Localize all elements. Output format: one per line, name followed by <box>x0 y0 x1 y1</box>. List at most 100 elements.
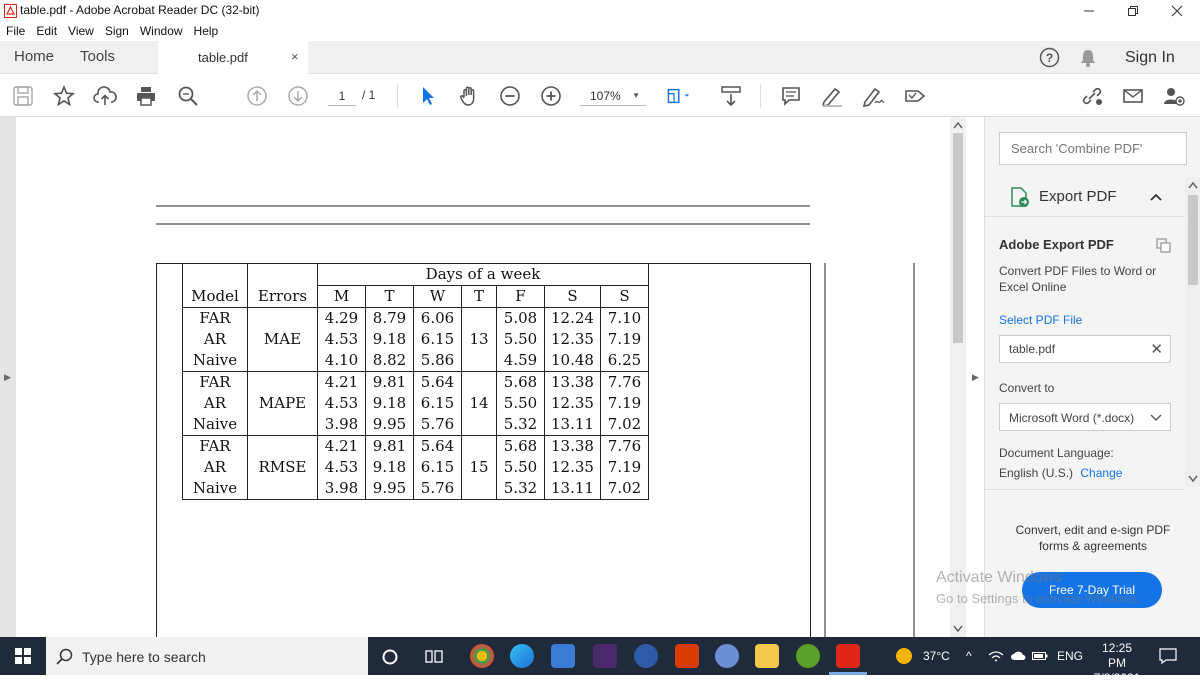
menu-view[interactable]: View <box>68 24 94 38</box>
task-view-icon[interactable] <box>425 648 443 666</box>
convert-format-dropdown[interactable]: Microsoft Word (*.docx) <box>999 403 1171 431</box>
document-language-row: English (U.S.) Change <box>999 466 1122 480</box>
next-page-button[interactable] <box>286 84 310 108</box>
taskbar-search-box[interactable]: Type here to search <box>46 637 368 675</box>
hand-tool-button[interactable] <box>457 84 481 108</box>
scroll-down-icon[interactable] <box>953 625 963 633</box>
edge-app-icon[interactable] <box>510 644 534 668</box>
clear-file-icon[interactable]: ✕ <box>1150 340 1163 358</box>
save-button[interactable] <box>11 84 35 108</box>
help-icon[interactable]: ? <box>1039 47 1060 68</box>
start-button[interactable] <box>0 637 46 675</box>
panel-divider <box>985 489 1185 490</box>
chrome-app-icon[interactable] <box>470 644 494 668</box>
zoom-out-button[interactable] <box>498 84 522 108</box>
right-tools-panel: Search 'Combine PDF' Export PDF Adobe Ex… <box>984 117 1200 637</box>
rstudio-app-icon[interactable] <box>634 644 658 668</box>
previous-page-button[interactable] <box>245 84 269 108</box>
share-link-button[interactable] <box>1080 84 1104 108</box>
right-panel-toggle-icon[interactable]: ▶ <box>972 372 979 383</box>
close-window-button[interactable] <box>1154 0 1200 21</box>
cloud-icon[interactable] <box>1010 650 1026 662</box>
menu-window[interactable]: Window <box>140 24 183 38</box>
minimize-button[interactable] <box>1066 0 1112 21</box>
notification-bell-icon[interactable] <box>1079 48 1097 68</box>
temperature-readout[interactable]: 37°C <box>923 649 950 663</box>
cell-value: 15 <box>461 435 497 500</box>
bookmark-button[interactable] <box>52 84 76 108</box>
print-button[interactable] <box>134 84 158 108</box>
pdf-data-table: Days of a week Model Errors M T W T F S … <box>182 263 649 500</box>
sign-button[interactable] <box>861 84 885 108</box>
menu-file[interactable]: File <box>6 24 25 38</box>
selected-file-field[interactable]: table.pdf ✕ <box>999 335 1171 363</box>
page-fit-button[interactable] <box>666 84 690 108</box>
convert-to-label: Convert to <box>999 381 1055 395</box>
torrent-app-icon[interactable] <box>796 644 820 668</box>
svg-text:?: ? <box>1046 51 1053 65</box>
cell-value: 13 <box>461 307 497 372</box>
show-hidden-icons[interactable]: ^ <box>966 649 972 663</box>
panel-scrollbar[interactable] <box>1185 177 1200 487</box>
zoom-in-button[interactable] <box>539 84 563 108</box>
minimize-icon <box>1084 10 1094 11</box>
menu-edit[interactable]: Edit <box>36 24 57 38</box>
document-scrollbar[interactable] <box>950 117 966 637</box>
add-user-button[interactable] <box>1162 84 1186 108</box>
acrobat-taskbar-icon[interactable] <box>836 644 860 668</box>
find-button[interactable] <box>176 84 200 108</box>
notifications-icon[interactable] <box>1159 648 1177 664</box>
cursor-arrow-icon <box>423 87 434 105</box>
input-language[interactable]: ENG <box>1057 649 1083 663</box>
scroll-up-icon[interactable] <box>953 121 963 129</box>
battery-icon[interactable] <box>1032 651 1048 661</box>
store-app-icon[interactable] <box>551 644 575 668</box>
tab-document-label: table.pdf <box>198 50 248 65</box>
change-language-link[interactable]: Change <box>1080 466 1122 480</box>
weather-sun-icon[interactable] <box>896 648 912 664</box>
tab-close-button[interactable]: × <box>291 49 299 64</box>
zoom-level-dropdown[interactable]: 107% ▼ <box>580 86 646 106</box>
scrollbar-thumb[interactable] <box>953 133 963 343</box>
cell-value: 7.19 <box>600 329 649 350</box>
scroll-mode-button[interactable] <box>719 84 743 108</box>
zoom-level-value: 107% <box>590 89 621 103</box>
comment-button[interactable] <box>779 84 803 108</box>
r-app-icon[interactable] <box>715 644 739 668</box>
file-explorer-icon[interactable] <box>755 644 779 668</box>
texstudio-app-icon[interactable] <box>593 644 617 668</box>
sign-in-button[interactable]: Sign In <box>1125 49 1175 67</box>
clock-time: 12:25 PM <box>1101 641 1133 670</box>
highlight-button[interactable] <box>820 84 844 108</box>
upload-button[interactable] <box>93 84 117 108</box>
wifi-icon[interactable] <box>988 650 1004 662</box>
office-app-icon[interactable] <box>675 644 699 668</box>
col-header-s2: S <box>600 285 649 308</box>
cortana-icon[interactable] <box>381 648 399 666</box>
menu-sign[interactable]: Sign <box>105 24 129 38</box>
more-tools-button[interactable] <box>903 84 927 108</box>
activate-windows-subtext: Go to Settings to activate Windows <box>936 591 1138 606</box>
left-panel-toggle-icon[interactable]: ▶ <box>4 372 11 383</box>
email-button[interactable] <box>1121 84 1145 108</box>
star-icon <box>53 85 75 107</box>
menu-help[interactable]: Help <box>194 24 219 38</box>
tab-document[interactable]: table.pdf × <box>158 41 308 74</box>
select-tool-button[interactable] <box>416 84 440 108</box>
export-pdf-header[interactable]: Export PDF <box>985 177 1185 217</box>
export-pdf-icon <box>1011 187 1029 207</box>
combine-pdf-search-input[interactable]: Search 'Combine PDF' <box>999 132 1187 165</box>
taskbar-clock[interactable]: 12:25 PM 7/8/2021 <box>1092 641 1142 686</box>
page-number-input[interactable]: 1 <box>328 86 356 106</box>
scroll-up-icon[interactable] <box>1188 181 1198 189</box>
cell-value: 4.21 <box>317 371 366 393</box>
scrollbar-thumb[interactable] <box>1188 195 1198 285</box>
select-pdf-file-link[interactable]: Select PDF File <box>999 313 1082 327</box>
col-header-model: Model <box>182 285 248 308</box>
chevron-up-icon[interactable] <box>1149 192 1163 202</box>
cell-value: 5.50 <box>496 393 545 414</box>
scroll-down-icon[interactable] <box>1188 475 1198 483</box>
restore-button[interactable] <box>1110 0 1156 21</box>
tab-home[interactable]: Home <box>14 48 54 65</box>
tab-tools[interactable]: Tools <box>80 48 115 65</box>
